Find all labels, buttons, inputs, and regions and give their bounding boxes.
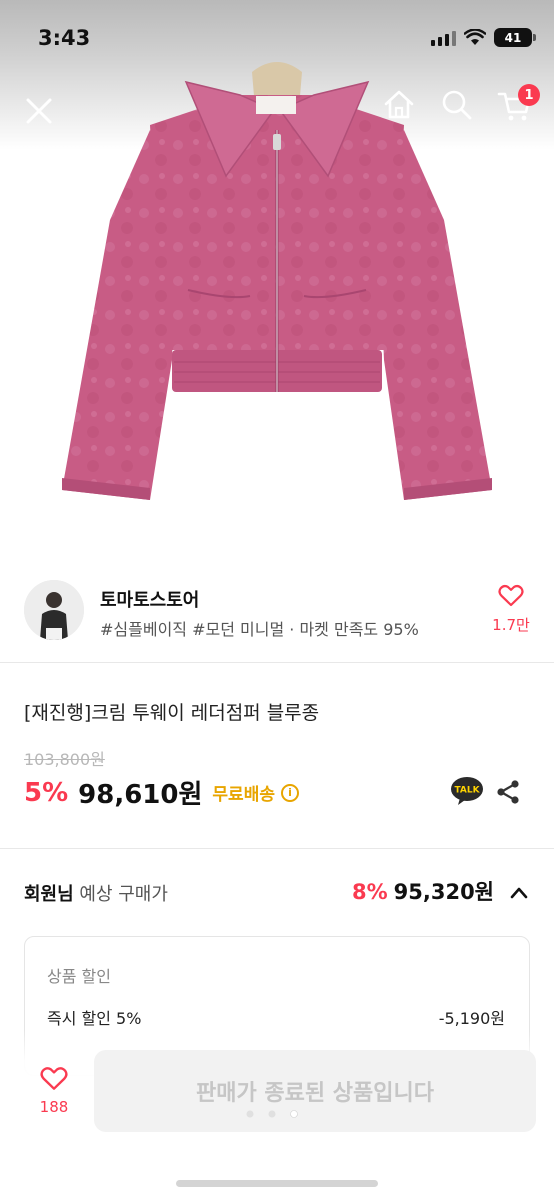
avatar-image (24, 580, 84, 640)
carousel-dot[interactable] (246, 1110, 254, 1118)
status-bar: 3:43 41 (0, 0, 554, 80)
cart-badge: 1 (518, 84, 540, 106)
sale-price: 98,610원 (78, 780, 203, 810)
carousel-dot[interactable] (268, 1110, 276, 1118)
member-label-rest: 예상 구매가 (73, 884, 168, 905)
bottom-like-count: 188 (39, 1098, 69, 1116)
member-discount-rate: 8% (351, 880, 388, 904)
member-label-bold: 회원님 (24, 884, 74, 905)
seller-tags: #심플베이직 #모던 미니멀 · 마켓 만족도 95% (100, 620, 419, 639)
talk-label: TALK (454, 786, 480, 796)
divider (0, 848, 554, 849)
cart-button[interactable]: 1 (494, 84, 540, 126)
discount-line-value: -5,190원 (438, 1009, 505, 1028)
search-icon[interactable] (436, 84, 478, 126)
close-icon[interactable] (18, 90, 60, 132)
member-price: 8% 95,320원 (352, 876, 494, 906)
talk-icon: TALK (451, 777, 483, 805)
carousel-dots (246, 1110, 298, 1118)
original-price: 103,800원 (24, 750, 105, 769)
wifi-icon (464, 29, 486, 45)
free-shipping-label: 무료배송 (212, 785, 275, 805)
seller-like-count: 1.7만 (492, 616, 530, 634)
share-icon[interactable] (494, 778, 522, 806)
signal-icon (431, 30, 456, 46)
seller-name[interactable]: 토마토스토어 (100, 586, 199, 612)
heart-icon (498, 584, 524, 607)
seller-avatar[interactable] (24, 580, 84, 640)
carousel-dot-active[interactable] (290, 1110, 298, 1118)
discount-breakdown-title: 상품 할인 (47, 967, 111, 986)
home-icon[interactable] (378, 84, 420, 126)
info-icon[interactable]: i (280, 783, 299, 802)
seller-like-button[interactable]: 1.7만 (486, 584, 536, 635)
discount-line-label: 즉시 할인 5% (47, 1009, 142, 1028)
member-price-row[interactable]: 회원님 예상 구매가 8% 95,320원 (24, 876, 530, 910)
top-nav-actions: 1 (378, 84, 540, 126)
sold-out-button[interactable]: 판매가 종료된 상품입니다 (94, 1050, 536, 1132)
divider (0, 662, 554, 663)
product-title: [재진행]크림 투웨이 레더점퍼 블루종 (24, 702, 320, 724)
member-price-value: 95,320원 (393, 880, 494, 904)
bottom-like-button[interactable]: 188 (28, 1066, 80, 1116)
chevron-up-icon[interactable] (508, 882, 530, 904)
heart-icon (40, 1067, 68, 1090)
status-icons: 41 (431, 28, 536, 47)
battery-icon: 41 (494, 28, 536, 47)
status-time: 3:43 (38, 26, 91, 50)
home-indicator (176, 1180, 378, 1187)
battery-level: 41 (504, 30, 522, 45)
product-image[interactable]: 3:43 41 1 (0, 0, 554, 555)
kakao-talk-button[interactable]: TALK (450, 776, 484, 806)
member-price-label: 회원님 예상 구매가 (24, 880, 168, 906)
price-row: 5% 98,610원 무료배송 i (24, 774, 299, 811)
discount-rate: 5% (24, 777, 69, 808)
seller-section[interactable]: 토마토스토어 #심플베이직 #모던 미니멀 · 마켓 만족도 95% 1.7만 (0, 570, 554, 662)
